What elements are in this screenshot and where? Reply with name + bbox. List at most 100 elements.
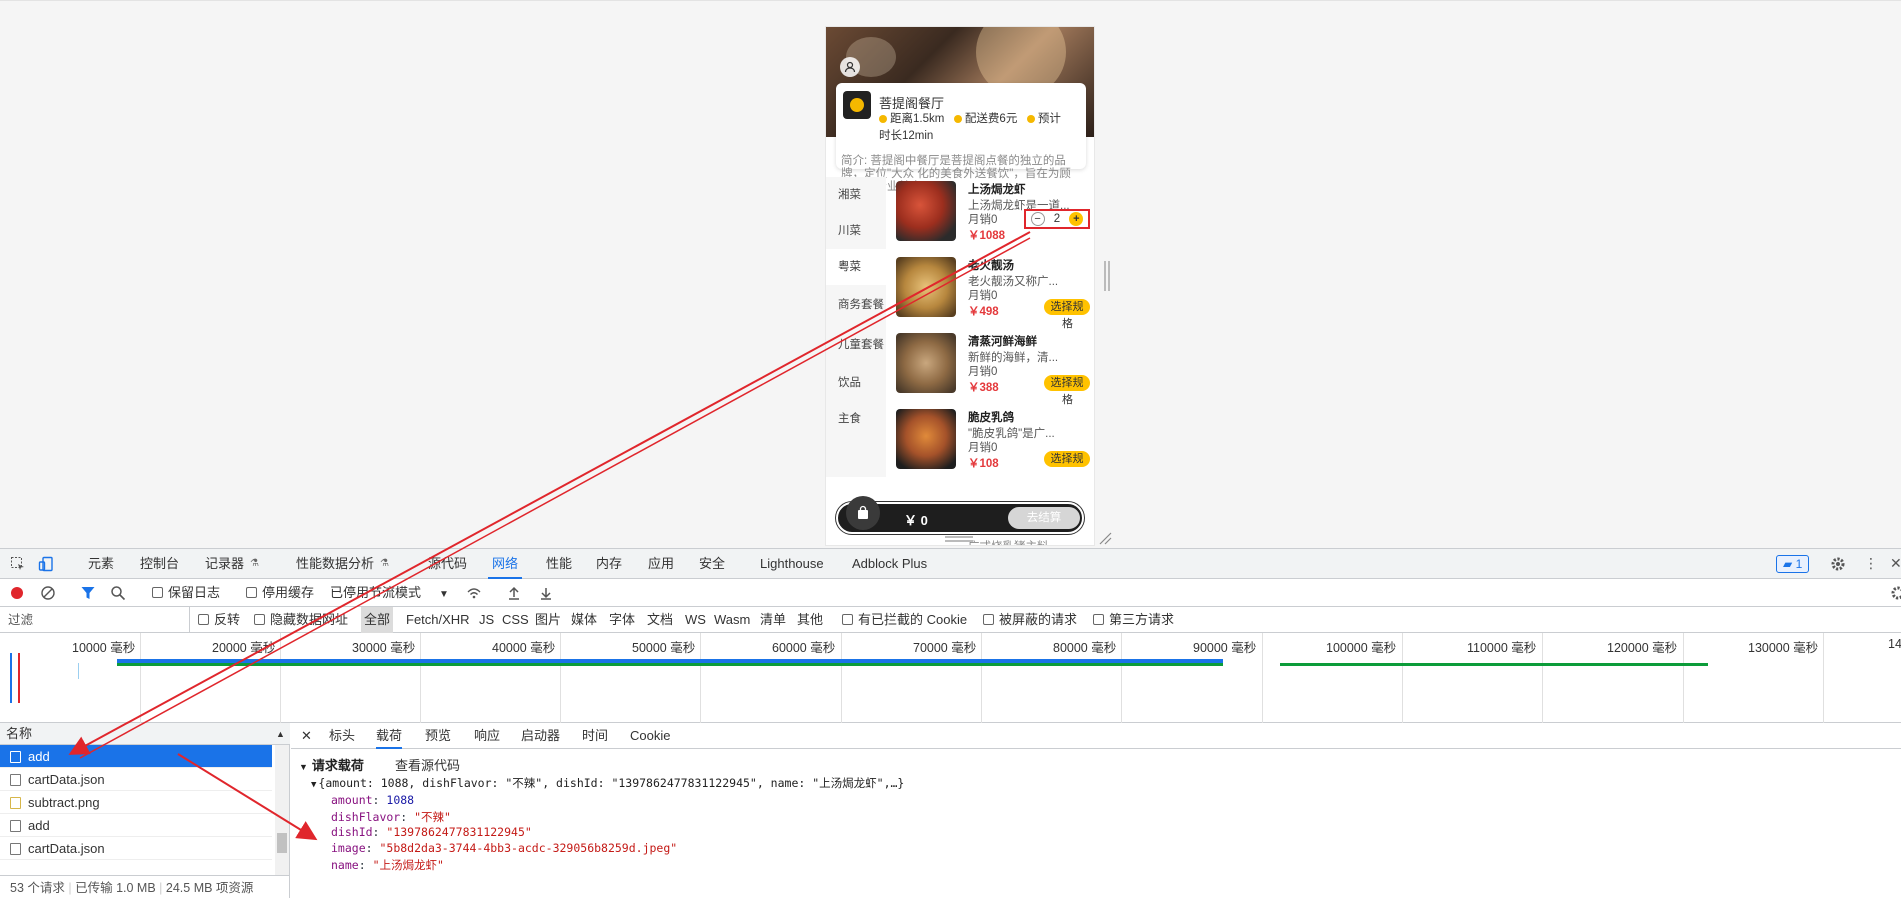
filter-type-other[interactable]: 其他 bbox=[797, 607, 823, 633]
tab-initiator[interactable]: 启动器 bbox=[521, 723, 560, 749]
category-item[interactable]: 商务套餐 bbox=[826, 285, 886, 325]
devtools-resize-handle[interactable] bbox=[945, 536, 973, 542]
requests-name-header[interactable]: 名称 ▲ bbox=[0, 723, 290, 745]
network-timeline[interactable]: 10000 毫秒 20000 毫秒 30000 毫秒 40000 毫秒 5000… bbox=[0, 633, 1901, 723]
tab-response[interactable]: 响应 bbox=[474, 723, 500, 749]
category-item[interactable]: 儿童套餐 bbox=[826, 325, 886, 365]
request-row-selected[interactable]: add bbox=[0, 745, 272, 768]
category-item-active[interactable]: 粤菜 bbox=[826, 249, 886, 285]
tab-recorder[interactable]: 记录器 bbox=[201, 549, 248, 579]
filter-type-fetch-xhr[interactable]: Fetch/XHR bbox=[406, 607, 470, 633]
search-icon[interactable] bbox=[110, 585, 126, 601]
tab-security[interactable]: 安全 bbox=[695, 549, 729, 579]
view-source-link[interactable]: 查看源代码 bbox=[395, 755, 460, 774]
blocked-requests-checkbox[interactable]: 被屏蔽的请求 bbox=[983, 607, 1077, 633]
resize-grip-icon[interactable] bbox=[1098, 531, 1112, 545]
tab-elements[interactable]: 元素 bbox=[84, 549, 118, 579]
invert-checkbox[interactable]: 反转 bbox=[198, 607, 240, 633]
mobile-app-frame: 菩提阁餐厅 距离1.5km 配送费6元 预计 时长12min 简介: 菩提阁中餐… bbox=[825, 26, 1095, 546]
filter-type-img[interactable]: 图片 bbox=[535, 607, 561, 633]
cart-icon[interactable] bbox=[846, 496, 880, 530]
filter-icon[interactable] bbox=[80, 585, 96, 601]
import-har-icon[interactable] bbox=[506, 585, 522, 601]
filter-type-all[interactable]: 全部 bbox=[361, 607, 394, 633]
request-name: add bbox=[28, 749, 50, 764]
filter-input[interactable]: 过滤 bbox=[0, 607, 190, 633]
filter-type-ws[interactable]: WS bbox=[685, 607, 706, 633]
settings-gear-icon[interactable] bbox=[1830, 556, 1846, 572]
hide-data-urls-checkbox[interactable]: 隐藏数据网址 bbox=[254, 607, 348, 633]
category-item[interactable]: 川菜 bbox=[826, 213, 886, 249]
tab-performance[interactable]: 性能 bbox=[542, 549, 576, 579]
export-har-icon[interactable] bbox=[538, 585, 554, 601]
filter-type-media[interactable]: 媒体 bbox=[571, 607, 597, 633]
tab-sources[interactable]: 源代码 bbox=[424, 549, 471, 579]
request-list-scrollbar[interactable] bbox=[275, 745, 289, 875]
filter-type-manifest[interactable]: 清单 bbox=[760, 607, 786, 633]
filter-type-css[interactable]: CSS bbox=[502, 607, 529, 633]
request-row[interactable]: subtract.png bbox=[0, 791, 272, 814]
payload-summary[interactable]: ▼ {amount: 1088, dishFlavor: "不辣", dishId… bbox=[311, 775, 904, 791]
tab-adblock-plus[interactable]: Adblock Plus bbox=[848, 549, 931, 579]
select-spec-button[interactable]: 选择规 bbox=[1044, 451, 1090, 467]
tab-memory[interactable]: 内存 bbox=[592, 549, 626, 579]
tab-payload[interactable]: 载荷 bbox=[376, 723, 403, 749]
filter-type-wasm[interactable]: Wasm bbox=[714, 607, 750, 633]
request-row[interactable]: cartData.json bbox=[0, 768, 272, 791]
preserve-log-checkbox[interactable]: 保留日志 bbox=[152, 579, 220, 607]
payload-section-title[interactable]: ▼ 请求载荷 bbox=[299, 755, 364, 774]
category-item[interactable]: 主食 bbox=[826, 401, 886, 437]
user-center-button[interactable] bbox=[840, 57, 860, 77]
filter-type-js[interactable]: JS bbox=[479, 607, 494, 633]
timeline-tick-label: 80000 毫秒 bbox=[1053, 641, 1117, 655]
tab-network[interactable]: 网络 bbox=[488, 549, 523, 579]
decrease-button[interactable]: − bbox=[1030, 212, 1045, 226]
record-icon[interactable] bbox=[11, 587, 23, 599]
field-value: 1088 bbox=[386, 793, 415, 807]
tab-performance-insights[interactable]: 性能数据分析 bbox=[292, 549, 378, 579]
request-row[interactable]: add bbox=[0, 814, 272, 837]
request-bar bbox=[1280, 663, 1708, 666]
select-spec-button[interactable]: 选择规 bbox=[1044, 299, 1090, 315]
inspect-icon[interactable] bbox=[10, 556, 26, 572]
clear-icon[interactable] bbox=[40, 585, 56, 601]
tab-application[interactable]: 应用 bbox=[644, 549, 678, 579]
throttling-select[interactable]: 已停用节流模式 ▼ bbox=[330, 579, 449, 607]
filter-type-font[interactable]: 字体 bbox=[609, 607, 635, 633]
dish-item[interactable]: 清蒸河鲜海鲜 新鲜的海鲜，清... 月销0 ￥388 选择规 格 bbox=[892, 329, 1092, 406]
scrollbar-thumb[interactable] bbox=[277, 833, 287, 853]
tab-cookies[interactable]: Cookie bbox=[630, 723, 670, 749]
network-settings-icon[interactable] bbox=[1890, 585, 1901, 601]
tab-headers[interactable]: 标头 bbox=[329, 723, 355, 749]
device-toolbar-icon[interactable] bbox=[38, 556, 54, 572]
issues-count: 1 bbox=[1795, 557, 1803, 571]
dish-sales: 月销0 bbox=[968, 290, 998, 302]
tab-console[interactable]: 控制台 bbox=[136, 549, 183, 579]
dish-item[interactable]: 上汤焗龙虾 上汤焗龙虾是一道... 月销0 ￥1088 − 2 + bbox=[892, 177, 1092, 253]
close-devtools-icon[interactable]: ✕ bbox=[1890, 556, 1901, 572]
tab-lighthouse[interactable]: Lighthouse bbox=[756, 549, 828, 579]
request-row[interactable]: cartData.json bbox=[0, 837, 272, 860]
tab-timing[interactable]: 时间 bbox=[582, 723, 608, 749]
dish-item[interactable]: 脆皮乳鸽 "脆皮乳鸽"是广... 月销0 ￥108 选择规 bbox=[892, 405, 1092, 481]
dish-item[interactable]: 老火靓汤 老火靓汤又称广... 月销0 ￥498 选择规 格 bbox=[892, 253, 1092, 330]
select-spec-button[interactable]: 选择规 bbox=[1044, 375, 1090, 391]
tick-line bbox=[841, 633, 842, 723]
issues-badge[interactable]: ▰ 1 bbox=[1776, 555, 1810, 573]
more-options-icon[interactable]: ⋮ bbox=[1864, 556, 1878, 572]
network-conditions-icon[interactable] bbox=[466, 585, 482, 601]
tab-preview[interactable]: 预览 bbox=[425, 723, 451, 749]
third-party-checkbox[interactable]: 第三方请求 bbox=[1093, 607, 1174, 633]
request-bar bbox=[117, 663, 1223, 666]
network-summary: 53 个请求 | 已传输 1.0 MB | 24.5 MB 项资源 bbox=[0, 875, 290, 898]
page-scrollbar[interactable] bbox=[1104, 261, 1110, 291]
disable-cache-checkbox[interactable]: 停用缓存 bbox=[246, 579, 314, 607]
category-item[interactable]: 湘菜 bbox=[826, 177, 886, 213]
close-detail-icon[interactable]: ✕ bbox=[301, 723, 312, 749]
cart-total: ￥ 0 bbox=[904, 513, 928, 528]
filter-type-doc[interactable]: 文档 bbox=[647, 607, 673, 633]
category-item[interactable]: 饮品 bbox=[826, 365, 886, 401]
blocked-cookies-checkbox[interactable]: 有已拦截的 Cookie bbox=[842, 607, 967, 633]
checkout-button[interactable]: 去结算 bbox=[1008, 507, 1080, 529]
increase-button[interactable]: + bbox=[1069, 212, 1084, 226]
